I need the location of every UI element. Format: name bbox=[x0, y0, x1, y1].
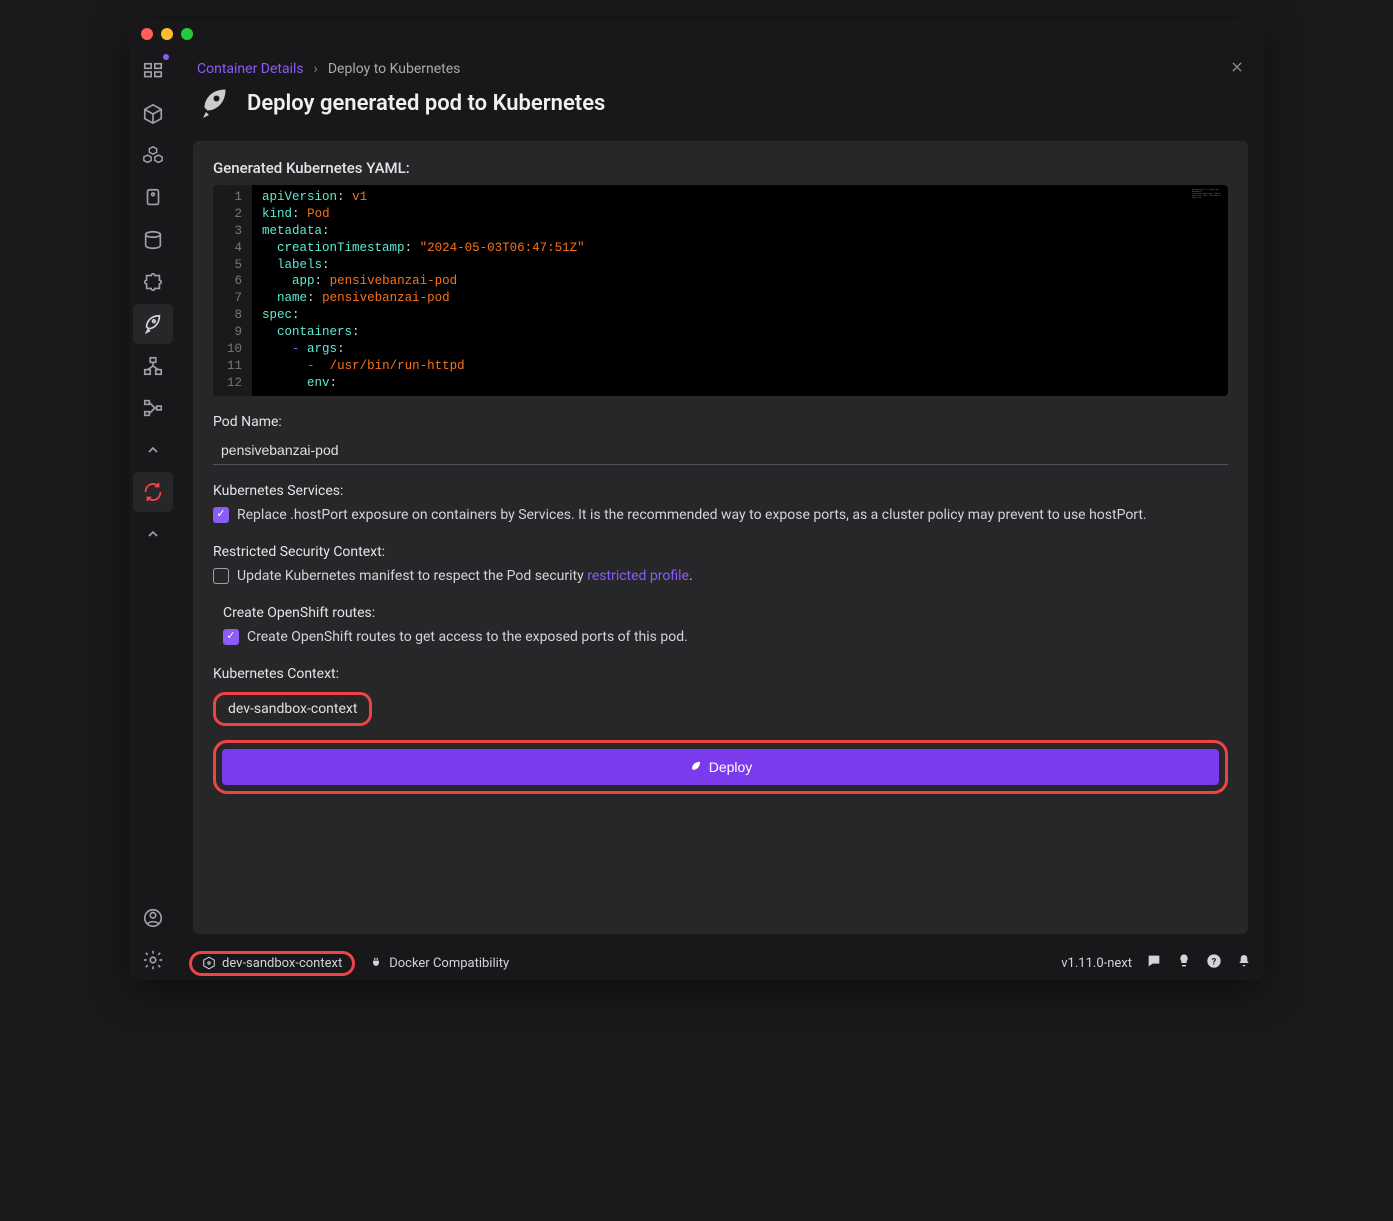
lightbulb-icon bbox=[1176, 953, 1192, 969]
rocket-icon bbox=[142, 313, 164, 335]
maximize-window-button[interactable] bbox=[181, 28, 193, 40]
help-icon: ? bbox=[1206, 953, 1222, 969]
chevron-up-icon bbox=[145, 442, 161, 458]
context-label: Kubernetes Context: bbox=[213, 666, 1228, 682]
bell-icon bbox=[1236, 953, 1252, 969]
deploy-button[interactable]: Deploy bbox=[222, 749, 1219, 785]
sidebar-item-deploy[interactable] bbox=[133, 304, 173, 344]
titlebar bbox=[129, 20, 1264, 48]
page-header: Container Details › Deploy to Kubernetes… bbox=[177, 48, 1264, 129]
sidebar-collapse-down[interactable] bbox=[133, 514, 173, 554]
sidebar-collapse-up[interactable] bbox=[133, 430, 173, 470]
yaml-label: Generated Kubernetes YAML: bbox=[213, 159, 1228, 177]
network-icon bbox=[142, 355, 164, 377]
dashboard-icon bbox=[142, 61, 164, 83]
security-text: Update Kubernetes manifest to respect th… bbox=[237, 566, 693, 587]
deploy-button-highlighted: Deploy bbox=[213, 740, 1228, 794]
svg-text:?: ? bbox=[1212, 956, 1217, 967]
status-version: v1.11.0-next bbox=[1061, 956, 1132, 971]
deploy-button-label: Deploy bbox=[709, 759, 753, 775]
code-content: apiVersion: v1kind: Podmetadata: creatio… bbox=[252, 185, 1228, 396]
main-panel: Generated Kubernetes YAML: 1234567891011… bbox=[193, 141, 1248, 934]
kubernetes-icon bbox=[202, 956, 216, 970]
layers-icon bbox=[142, 187, 164, 209]
status-context-highlighted[interactable]: dev-sandbox-context bbox=[189, 951, 355, 976]
content-area: Container Details › Deploy to Kubernetes… bbox=[177, 48, 1264, 980]
database-icon bbox=[142, 229, 164, 251]
rocket-icon bbox=[689, 760, 703, 774]
chevron-up-icon bbox=[145, 526, 161, 542]
services-text: Replace .hostPort exposure on containers… bbox=[237, 505, 1147, 526]
routes-checkbox-row: ✓ Create OpenShift routes to get access … bbox=[223, 627, 1228, 648]
cubes-icon bbox=[142, 145, 164, 167]
sidebar-item-account[interactable] bbox=[133, 898, 173, 938]
status-notifications-button[interactable] bbox=[1236, 953, 1252, 973]
routes-text: Create OpenShift routes to get access to… bbox=[247, 627, 688, 648]
status-help-button[interactable]: ? bbox=[1206, 953, 1222, 973]
refresh-icon bbox=[142, 481, 164, 503]
gear-icon bbox=[142, 949, 164, 971]
breadcrumb-separator: › bbox=[314, 61, 318, 77]
context-value: dev-sandbox-context bbox=[228, 701, 357, 717]
status-docker-text: Docker Compatibility bbox=[389, 956, 509, 971]
security-checkbox-row: Update Kubernetes manifest to respect th… bbox=[213, 566, 1228, 587]
breadcrumb-parent-link[interactable]: Container Details bbox=[197, 61, 304, 77]
close-window-button[interactable] bbox=[141, 28, 153, 40]
sidebar-item-volumes[interactable] bbox=[133, 220, 173, 260]
page-title-row: Deploy generated pod to Kubernetes bbox=[197, 85, 1244, 121]
status-docker[interactable]: Docker Compatibility bbox=[369, 956, 509, 971]
close-button[interactable] bbox=[1230, 58, 1244, 79]
plug-icon bbox=[369, 956, 383, 970]
routes-checkbox[interactable]: ✓ bbox=[223, 629, 239, 645]
services-label: Kubernetes Services: bbox=[213, 483, 1228, 499]
context-value-highlighted[interactable]: dev-sandbox-context bbox=[213, 692, 372, 726]
services-checkbox[interactable]: ✓ bbox=[213, 507, 229, 523]
sidebar-item-settings[interactable] bbox=[133, 940, 173, 980]
rocket-icon bbox=[197, 85, 233, 121]
restricted-profile-link[interactable]: restricted profile bbox=[587, 568, 689, 584]
status-feedback-button[interactable] bbox=[1146, 953, 1162, 973]
topology-icon bbox=[142, 397, 164, 419]
code-gutter: 123456789101112 bbox=[213, 185, 252, 396]
code-minimap[interactable]: apiVersion v1 kind Pod metadata creation… bbox=[1192, 189, 1222, 229]
main-layout: Container Details › Deploy to Kubernetes… bbox=[129, 48, 1264, 980]
breadcrumb: Container Details › Deploy to Kubernetes bbox=[197, 58, 1244, 79]
sidebar-item-pods[interactable] bbox=[133, 136, 173, 176]
statusbar: dev-sandbox-context Docker Compatibility… bbox=[177, 946, 1264, 980]
status-context-text: dev-sandbox-context bbox=[222, 956, 342, 971]
app-window: Container Details › Deploy to Kubernetes… bbox=[129, 20, 1264, 980]
minimize-window-button[interactable] bbox=[161, 28, 173, 40]
close-icon bbox=[1230, 60, 1244, 74]
sidebar-item-containers[interactable] bbox=[133, 94, 173, 134]
chat-icon bbox=[1146, 953, 1162, 969]
status-tips-button[interactable] bbox=[1176, 953, 1192, 973]
services-checkbox-row: ✓ Replace .hostPort exposure on containe… bbox=[213, 505, 1228, 526]
user-icon bbox=[142, 907, 164, 929]
notification-dot-icon bbox=[163, 54, 169, 60]
breadcrumb-current: Deploy to Kubernetes bbox=[328, 61, 461, 77]
pod-name-label: Pod Name: bbox=[213, 414, 1228, 430]
sidebar-item-images[interactable] bbox=[133, 178, 173, 218]
sidebar-item-topology[interactable] bbox=[133, 388, 173, 428]
pod-name-input[interactable] bbox=[213, 436, 1228, 465]
sidebar-item-dashboard[interactable] bbox=[133, 52, 173, 92]
sidebar-item-network[interactable] bbox=[133, 346, 173, 386]
window-controls bbox=[141, 28, 193, 40]
sidebar-item-extensions[interactable] bbox=[133, 262, 173, 302]
yaml-editor[interactable]: 123456789101112 apiVersion: v1kind: Podm… bbox=[213, 185, 1228, 396]
puzzle-icon bbox=[142, 271, 164, 293]
security-checkbox[interactable] bbox=[213, 568, 229, 584]
page-title: Deploy generated pod to Kubernetes bbox=[247, 91, 605, 116]
routes-label: Create OpenShift routes: bbox=[223, 605, 1228, 621]
sidebar bbox=[129, 48, 177, 980]
security-label: Restricted Security Context: bbox=[213, 544, 1228, 560]
sidebar-item-refresh[interactable] bbox=[133, 472, 173, 512]
cube-icon bbox=[142, 103, 164, 125]
